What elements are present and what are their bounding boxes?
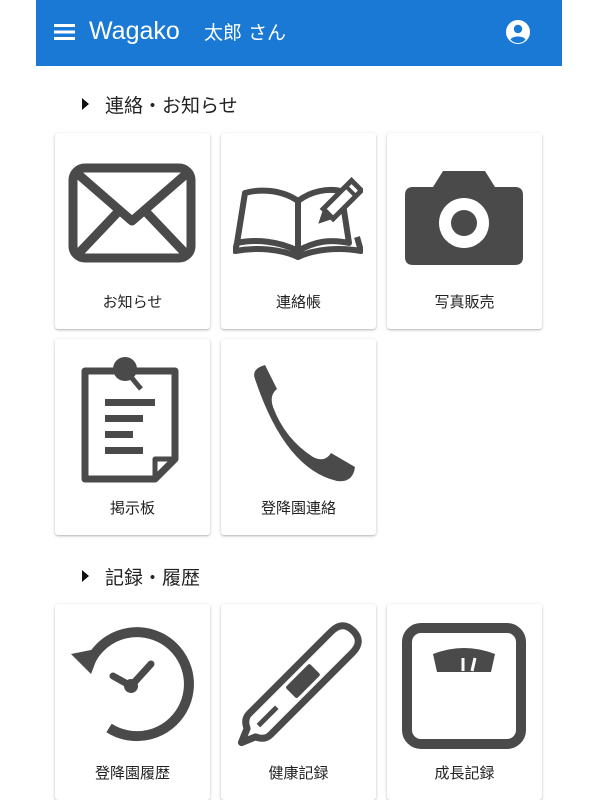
top-app-bar: Wagako 太郎 さん bbox=[36, 0, 562, 66]
tile-label: 成長記録 bbox=[434, 764, 495, 782]
caret-right-icon bbox=[82, 98, 89, 110]
tile-label: 連絡帳 bbox=[275, 293, 321, 311]
tile-label: 登降園連絡 bbox=[260, 499, 336, 517]
tile-photo-sales[interactable]: 写真販売 bbox=[387, 133, 542, 329]
menu-icon[interactable] bbox=[52, 20, 78, 44]
tile-label: 掲示板 bbox=[109, 499, 155, 517]
scale-icon bbox=[402, 623, 526, 749]
tile-attendance-history[interactable]: 登降園履歴 bbox=[55, 604, 210, 800]
camera-icon bbox=[405, 171, 523, 265]
tile-bulletin-board[interactable]: 掲示板 bbox=[55, 339, 210, 535]
tile-health-records[interactable]: 健康記録 bbox=[221, 604, 376, 800]
tile-notices[interactable]: お知らせ bbox=[55, 133, 210, 329]
tile-label: お知らせ bbox=[102, 293, 163, 311]
caret-right-icon bbox=[82, 570, 89, 582]
tile-growth-records[interactable]: 成長記録 bbox=[387, 604, 542, 800]
tile-label: 健康記録 bbox=[268, 764, 329, 782]
tile-contact-book[interactable]: 連絡帳 bbox=[221, 133, 376, 329]
app-title: Wagako bbox=[89, 17, 180, 45]
section-heading-notifications[interactable]: 連絡・お知らせ bbox=[82, 89, 238, 119]
phone-icon bbox=[254, 365, 355, 482]
notebook-pencil-icon bbox=[233, 177, 363, 260]
thermometer-icon bbox=[237, 622, 362, 747]
app-container: Wagako 太郎 さん 連絡・お知らせ お知らせ 連絡帳 写真販売 掲示板 登… bbox=[36, 0, 562, 800]
tile-attendance-contact[interactable]: 登降園連絡 bbox=[221, 339, 376, 535]
envelope-icon bbox=[68, 163, 196, 263]
tile-label: 写真販売 bbox=[434, 293, 495, 311]
section-title: 記録・履歴 bbox=[105, 566, 201, 589]
tile-label: 登降園履歴 bbox=[94, 764, 170, 782]
section-heading-records[interactable]: 記録・履歴 bbox=[82, 561, 200, 591]
bulletin-board-icon bbox=[81, 357, 179, 483]
section-title: 連絡・お知らせ bbox=[105, 94, 238, 117]
user-name: 太郎 さん bbox=[204, 22, 287, 44]
account-circle-icon[interactable] bbox=[502, 16, 534, 48]
history-clock-icon bbox=[71, 627, 194, 742]
